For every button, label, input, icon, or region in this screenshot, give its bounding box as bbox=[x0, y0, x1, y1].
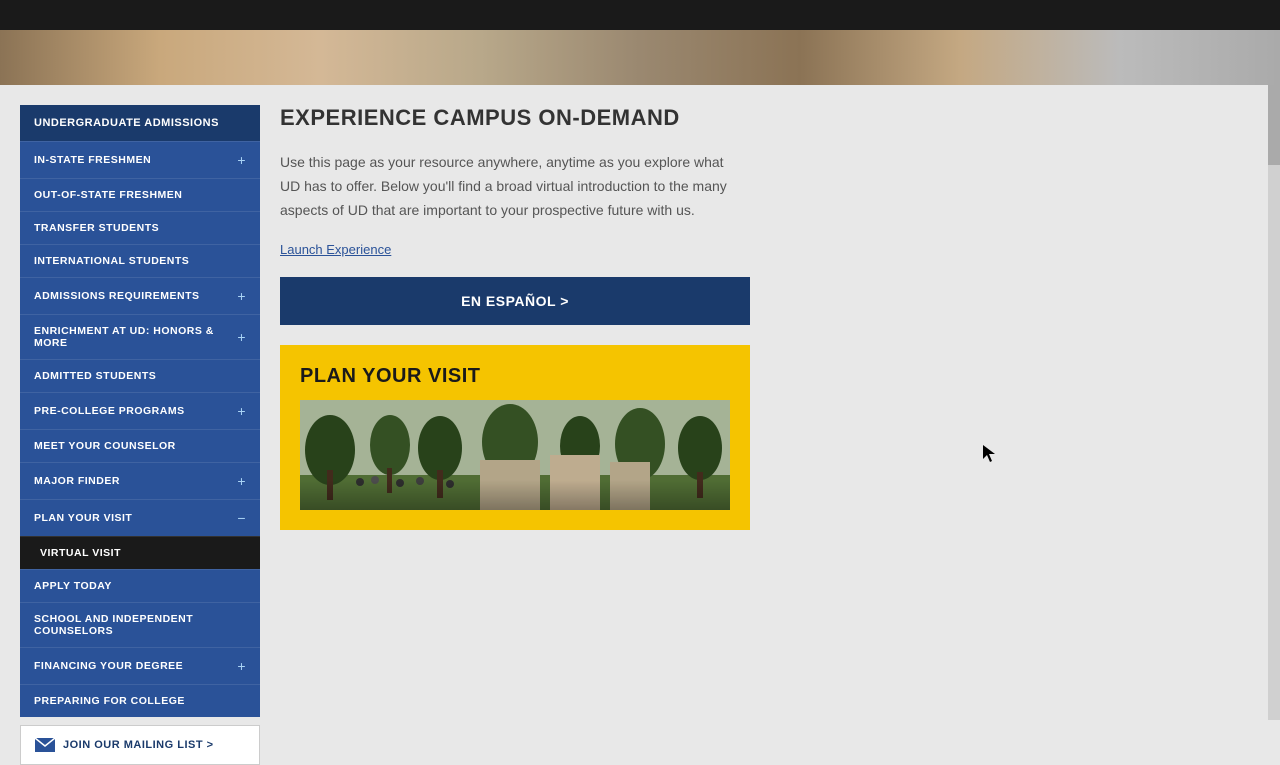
sidebar-item-label: VIRTUAL VISIT bbox=[40, 547, 121, 559]
sidebar: UNDERGRADUATE ADMISSIONS IN-STATE FRESHM… bbox=[20, 105, 260, 720]
main-content: UNDERGRADUATE ADMISSIONS IN-STATE FRESHM… bbox=[0, 85, 1280, 720]
plus-icon: + bbox=[237, 288, 246, 304]
mail-icon bbox=[35, 738, 55, 752]
sidebar-item-label: IN-STATE FRESHMEN bbox=[34, 154, 151, 166]
sidebar-item-label: OUT-OF-STATE FRESHMEN bbox=[34, 189, 182, 201]
sidebar-item-school-counselors[interactable]: SCHOOL AND INDEPENDENT COUNSELORS bbox=[20, 602, 260, 647]
plus-icon: + bbox=[237, 152, 246, 168]
sidebar-item-pre-college[interactable]: PRE-COLLEGE PROGRAMS + bbox=[20, 392, 260, 429]
sidebar-item-in-state-freshmen[interactable]: IN-STATE FRESHMEN + bbox=[20, 141, 260, 178]
sidebar-item-label: FINANCING YOUR DEGREE bbox=[34, 660, 183, 672]
sidebar-item-virtual-visit[interactable]: VIRTUAL VISIT bbox=[20, 536, 260, 569]
plan-visit-card: PLAN YOUR VISIT bbox=[280, 345, 750, 530]
description-text: Use this page as your resource anywhere,… bbox=[280, 151, 740, 222]
mailing-list-label: JOIN OUR MAILING LIST > bbox=[63, 739, 214, 751]
sidebar-item-label: ADMITTED STUDENTS bbox=[34, 370, 156, 382]
campus-image bbox=[300, 400, 730, 510]
sidebar-item-label: APPLY TODAY bbox=[34, 580, 112, 592]
sidebar-item-label: MEET YOUR COUNSELOR bbox=[34, 440, 176, 452]
content-area: EXPERIENCE CAMPUS ON-DEMAND Use this pag… bbox=[280, 105, 1260, 720]
sidebar-item-admitted-students[interactable]: ADMITTED STUDENTS bbox=[20, 359, 260, 392]
sidebar-item-label: PLAN YOUR VISIT bbox=[34, 512, 132, 524]
minus-icon: − bbox=[237, 510, 246, 526]
sidebar-item-label: SCHOOL AND INDEPENDENT COUNSELORS bbox=[34, 613, 246, 637]
page-title: EXPERIENCE CAMPUS ON-DEMAND bbox=[280, 105, 1260, 131]
sidebar-item-label: MAJOR FINDER bbox=[34, 475, 120, 487]
top-bar bbox=[0, 0, 1280, 30]
sidebar-item-label: PRE-COLLEGE PROGRAMS bbox=[34, 405, 185, 417]
sidebar-item-label: PREPARING FOR COLLEGE bbox=[34, 695, 185, 707]
sidebar-item-out-of-state-freshmen[interactable]: OUT-OF-STATE FRESHMEN bbox=[20, 178, 260, 211]
sidebar-item-apply-today[interactable]: APPLY TODAY bbox=[20, 569, 260, 602]
header-image bbox=[0, 30, 1280, 85]
sidebar-item-transfer-students[interactable]: TRANSFER STUDENTS bbox=[20, 211, 260, 244]
sidebar-item-label: INTERNATIONAL STUDENTS bbox=[34, 255, 189, 267]
sidebar-item-preparing[interactable]: PREPARING FOR COLLEGE bbox=[20, 684, 260, 717]
plan-visit-title: PLAN YOUR VISIT bbox=[300, 365, 730, 388]
launch-experience-link[interactable]: Launch Experience bbox=[280, 242, 1260, 257]
sidebar-item-financing[interactable]: FINANCING YOUR DEGREE + bbox=[20, 647, 260, 684]
mailing-list-button[interactable]: JOIN OUR MAILING LIST > bbox=[20, 725, 260, 765]
sidebar-item-label: TRANSFER STUDENTS bbox=[34, 222, 159, 234]
sidebar-item-meet-counselor[interactable]: MEET YOUR COUNSELOR bbox=[20, 429, 260, 462]
sidebar-item-admissions-requirements[interactable]: ADMISSIONS REQUIREMENTS + bbox=[20, 277, 260, 314]
plus-icon: + bbox=[237, 403, 246, 419]
sidebar-item-plan-your-visit[interactable]: PLAN YOUR VISIT − bbox=[20, 499, 260, 536]
espanol-button[interactable]: EN ESPAÑOL > bbox=[280, 277, 750, 325]
plus-icon: + bbox=[237, 473, 246, 489]
scrollbar-thumb[interactable] bbox=[1268, 85, 1280, 165]
sidebar-item-enrichment[interactable]: ENRICHMENT AT UD: HONORS & MORE + bbox=[20, 314, 260, 359]
scrollbar[interactable] bbox=[1268, 85, 1280, 720]
sidebar-title[interactable]: UNDERGRADUATE ADMISSIONS bbox=[20, 105, 260, 141]
plus-icon: + bbox=[237, 658, 246, 674]
sidebar-item-label: ENRICHMENT AT UD: HONORS & MORE bbox=[34, 325, 237, 349]
plus-icon: + bbox=[237, 329, 246, 345]
sidebar-item-label: ADMISSIONS REQUIREMENTS bbox=[34, 290, 200, 302]
sidebar-item-international-students[interactable]: INTERNATIONAL STUDENTS bbox=[20, 244, 260, 277]
sidebar-item-major-finder[interactable]: MAJOR FINDER + bbox=[20, 462, 260, 499]
